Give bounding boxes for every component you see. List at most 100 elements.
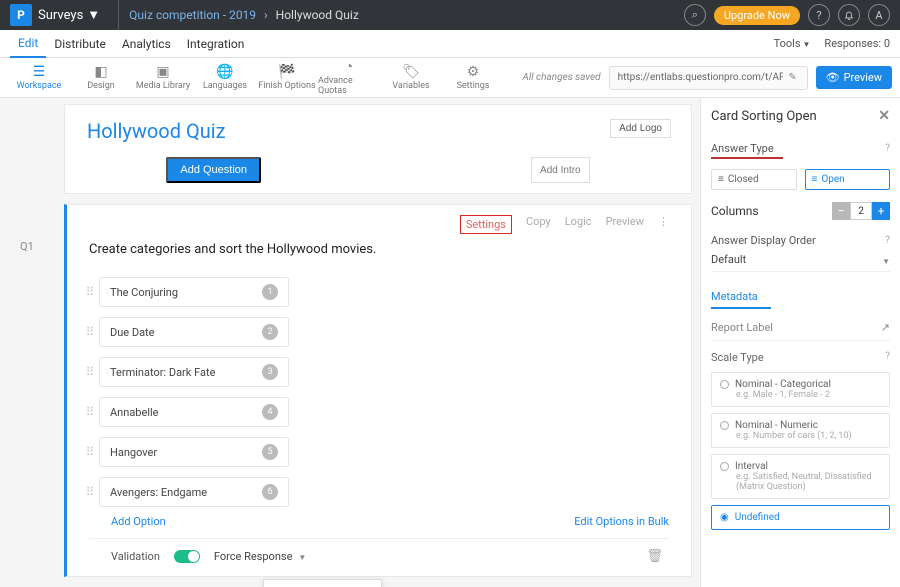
tool-languages-label: Languages (203, 81, 247, 91)
menu-item-force[interactable]: Force Response (264, 580, 381, 587)
add-question-button[interactable]: Add Question (166, 157, 261, 183)
tool-variables-label: Variables (392, 81, 429, 91)
external-link-icon[interactable]: ↗ (881, 321, 890, 334)
columns-value: 2 (850, 202, 872, 220)
breadcrumb-project[interactable]: Quiz competition - 2019 (129, 8, 256, 22)
chevron-down-icon: ▼ (87, 7, 100, 23)
scale-undefined[interactable]: ◉Undefined (711, 505, 890, 530)
settings-panel: Card Sorting Open ✕ Answer Type? ≡Closed… (700, 98, 900, 587)
drag-handle-icon[interactable]: ⠿ (79, 485, 99, 499)
drag-handle-icon[interactable]: ⠿ (79, 405, 99, 419)
drag-handle-icon[interactable]: ⠿ (79, 445, 99, 459)
surveys-dropdown[interactable]: Surveys ▼ (38, 7, 100, 23)
tool-finish[interactable]: 🏁Finish Options (256, 65, 318, 91)
tab-analytics[interactable]: Analytics (114, 31, 179, 57)
tab-edit[interactable]: Edit (10, 30, 46, 58)
tool-quotas[interactable]: ◔Advance Quotas (318, 60, 380, 96)
option-item[interactable]: The Conjuring1 (99, 277, 289, 307)
question-logic-button[interactable]: Logic (565, 215, 592, 234)
workspace-icon: ☰ (33, 65, 46, 79)
scale-option-example: e.g. Male - 1, Female - 2 (736, 390, 881, 400)
columns-increment[interactable]: + (872, 202, 890, 220)
navtabs: Edit Distribute Analytics Integration To… (0, 30, 900, 58)
question-toolbar: Settings Copy Logic Preview ⋮ (89, 215, 669, 234)
add-intro-button[interactable]: Add Intro (531, 157, 590, 183)
option-label: The Conjuring (110, 286, 178, 299)
scale-nominal-numeric[interactable]: Nominal - Numeric e.g. Number of cars (1… (711, 413, 890, 448)
help-icon[interactable]: ? (885, 235, 890, 246)
option-item[interactable]: Terminator: Dark Fate3 (99, 357, 289, 387)
tab-integration[interactable]: Integration (179, 31, 253, 57)
tab-distribute[interactable]: Distribute (46, 31, 114, 57)
upgrade-button[interactable]: Upgrade Now (714, 6, 800, 25)
panel-title: Card Sorting Open (711, 109, 817, 124)
surveys-label: Surveys (38, 8, 83, 23)
delete-question-icon[interactable]: 🗑 (646, 549, 663, 564)
add-logo-button[interactable]: Add Logo (610, 119, 671, 138)
list-icon: ≡ (718, 174, 724, 185)
force-response-dropdown[interactable]: Force Response (214, 550, 306, 563)
help-icon[interactable]: ? (885, 143, 890, 154)
tools-dropdown[interactable]: Tools (774, 37, 811, 50)
tool-design-label: Design (87, 81, 115, 91)
help-icon[interactable]: ? (808, 4, 830, 26)
drag-handle-icon[interactable]: ⠿ (79, 325, 99, 339)
help-icon[interactable]: ? (885, 351, 890, 364)
question-preview-button[interactable]: Preview (606, 215, 644, 234)
survey-title[interactable]: Hollywood Quiz (87, 119, 226, 143)
bell-icon[interactable] (838, 4, 860, 26)
tag-icon: 🏷 (402, 65, 420, 79)
radio-selected-icon: ◉ (720, 512, 729, 523)
scale-type-label: Scale Type (711, 351, 764, 364)
option-item[interactable]: Due Date2 (99, 317, 289, 347)
option-item[interactable]: Avengers: Endgame6 (99, 477, 289, 507)
scale-interval[interactable]: Interval e.g. Satisfied, Neutral, Dissat… (711, 454, 890, 499)
option-label: Due Date (110, 326, 154, 339)
option-row: ⠿Avengers: Endgame6 (79, 475, 669, 509)
scale-option-example: e.g. Satisfied, Neutral, Dissatisfied (M… (736, 472, 881, 492)
tool-languages[interactable]: 🌐Languages (194, 65, 256, 91)
option-item[interactable]: Hangover5 (99, 437, 289, 467)
report-label-label: Report Label (711, 321, 773, 334)
search-icon[interactable]: ⌕ (684, 4, 706, 26)
drag-handle-icon[interactable]: ⠿ (79, 365, 99, 379)
tool-workspace[interactable]: ☰Workspace (8, 65, 70, 91)
survey-url-field[interactable]: https://entlabs.questionpro.com/t/APNs ✎ (609, 66, 808, 90)
scale-nominal-categorical[interactable]: Nominal - Categorical e.g. Male - 1, Fem… (711, 372, 890, 407)
save-status: All changes saved (523, 72, 601, 83)
design-icon: ◧ (94, 65, 107, 79)
answer-type-closed[interactable]: ≡ Closed (711, 169, 797, 190)
question-text[interactable]: Create categories and sort the Hollywood… (89, 242, 669, 257)
tool-settings[interactable]: ⚙Settings (442, 65, 504, 91)
edit-url-icon[interactable]: ✎ (783, 72, 803, 83)
option-index: 5 (262, 444, 278, 460)
edit-bulk-link[interactable]: Edit Options in Bulk (574, 515, 669, 528)
question-settings-button[interactable]: Settings (460, 215, 512, 234)
tool-media[interactable]: ▣Media Library (132, 65, 194, 91)
columns-decrement[interactable]: − (832, 202, 850, 220)
preview-button[interactable]: 👁 Preview (816, 66, 892, 89)
answer-type-open[interactable]: ≡Open (805, 169, 891, 190)
close-panel-icon[interactable]: ✕ (878, 108, 890, 124)
app-logo[interactable]: P (10, 4, 32, 26)
add-option-link[interactable]: Add Option (111, 515, 166, 528)
option-row: ⠿Annabelle4 (79, 395, 669, 429)
order-select[interactable]: Default (711, 253, 746, 267)
option-row: ⠿Terminator: Dark Fate3 (79, 355, 669, 389)
question-copy-button[interactable]: Copy (526, 215, 551, 234)
validation-toggle[interactable] (174, 550, 200, 563)
validation-row: Validation Force Response 🗑 Force Respon… (89, 538, 669, 570)
question-more-icon[interactable]: ⋮ (658, 215, 669, 234)
list-icon: ≡ (812, 174, 818, 185)
metadata-tab[interactable]: Metadata (711, 286, 771, 309)
drag-handle-icon[interactable]: ⠿ (79, 285, 99, 299)
avatar[interactable]: A (868, 4, 890, 26)
option-index: 3 (262, 364, 278, 380)
columns-label: Columns (711, 204, 759, 218)
option-item[interactable]: Annabelle4 (99, 397, 289, 427)
tool-design[interactable]: ◧ Design (70, 65, 132, 91)
flag-icon: 🏁 (278, 65, 295, 79)
closed-label: Closed (728, 174, 759, 185)
tool-variables[interactable]: 🏷 Variables (380, 65, 442, 91)
radio-icon (720, 421, 729, 430)
